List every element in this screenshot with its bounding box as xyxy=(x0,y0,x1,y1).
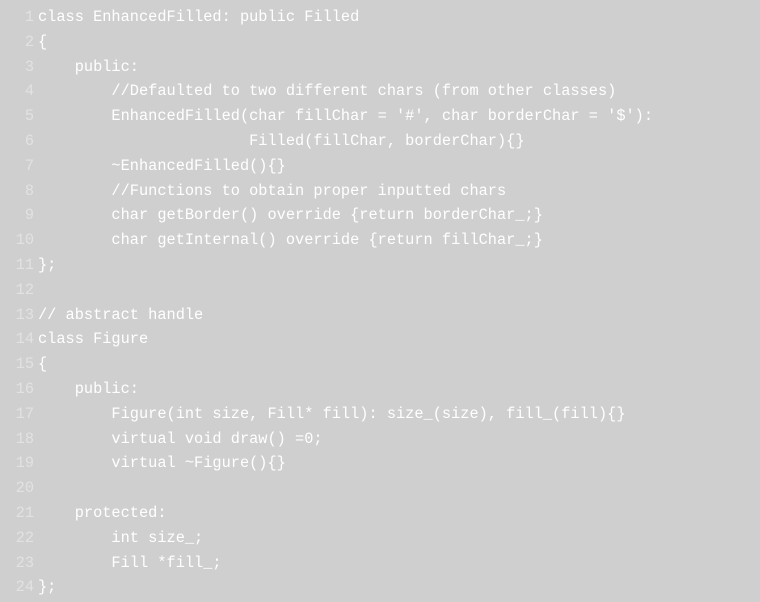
line-number: 18 xyxy=(15,429,34,448)
code-line: 3 public: xyxy=(0,55,760,80)
code-text: }; xyxy=(38,578,57,597)
code-text: }; xyxy=(38,255,57,274)
line-number: 3 xyxy=(24,57,34,76)
line-number: 2 xyxy=(24,32,34,51)
code-text: virtual ~Figure(){} xyxy=(38,454,286,473)
code-text: //Defaulted to two different chars (from… xyxy=(38,82,617,101)
code-line: 15{ xyxy=(0,352,760,377)
line-number: 10 xyxy=(15,231,34,250)
code-text: Fill *fill_; xyxy=(38,553,222,572)
line-number: 23 xyxy=(15,553,34,572)
code-text: class Figure xyxy=(38,330,149,349)
line-number: 22 xyxy=(15,528,34,547)
code-line: 7 ~EnhancedFilled(){} xyxy=(0,154,760,179)
code-line: 12 xyxy=(0,278,760,303)
line-number: 7 xyxy=(24,156,34,175)
code-line: 20 xyxy=(0,476,760,501)
code-line: 19 virtual ~Figure(){} xyxy=(0,451,760,476)
code-line: 22 int size_; xyxy=(0,526,760,551)
code-text: Filled(fillChar, borderChar){} xyxy=(38,131,525,150)
code-text: //Functions to obtain proper inputted ch… xyxy=(38,181,507,200)
line-number: 24 xyxy=(15,578,34,597)
code-line: 11}; xyxy=(0,253,760,278)
code-text: public: xyxy=(38,379,139,398)
code-line: 2{ xyxy=(0,30,760,55)
code-text: virtual void draw() =0; xyxy=(38,429,323,448)
line-number: 4 xyxy=(24,82,34,101)
line-number: 1 xyxy=(24,8,34,26)
line-number: 8 xyxy=(24,181,34,200)
line-number: 19 xyxy=(15,454,34,473)
code-line: 5 EnhancedFilled(char fillChar = '#', ch… xyxy=(0,104,760,129)
code-line: 4 //Defaulted to two different chars (fr… xyxy=(0,79,760,104)
code-line: 10 char getInternal() override {return f… xyxy=(0,228,760,253)
code-text: { xyxy=(38,355,48,374)
code-line: 16 public: xyxy=(0,377,760,402)
line-number: 11 xyxy=(15,255,34,274)
code-line: 24}; xyxy=(0,575,760,600)
code-text: EnhancedFilled(char fillChar = '#', char… xyxy=(38,107,654,126)
line-number: 9 xyxy=(24,206,34,225)
code-text: public: xyxy=(38,57,139,76)
code-text: Figure(int size, Fill* fill): size_(size… xyxy=(38,404,626,423)
code-line: 6 Filled(fillChar, borderChar){} xyxy=(0,129,760,154)
code-line: 1 class EnhancedFilled: public Filled xyxy=(0,5,760,30)
line-number: 17 xyxy=(15,404,34,423)
code-text: int size_; xyxy=(38,528,204,547)
code-line: 14 class Figure xyxy=(0,327,760,352)
code-line: 23 Fill *fill_; xyxy=(0,551,760,576)
line-number: 20 xyxy=(15,479,34,498)
code-text: char getInternal() override {return fill… xyxy=(38,231,543,250)
code-text: { xyxy=(38,32,48,51)
code-editor[interactable]: 1 class EnhancedFilled: public Filled 2{ … xyxy=(0,0,760,602)
code-text: protected: xyxy=(38,503,167,522)
code-line: 17 Figure(int size, Fill* fill): size_(s… xyxy=(0,402,760,427)
line-number: 15 xyxy=(15,355,34,374)
line-number: 13 xyxy=(15,305,34,324)
code-line: 9 char getBorder() override {return bord… xyxy=(0,203,760,228)
line-number: 12 xyxy=(15,280,34,299)
code-line: 8 //Functions to obtain proper inputted … xyxy=(0,179,760,204)
code-text: ~EnhancedFilled(){} xyxy=(38,156,286,175)
line-number: 5 xyxy=(24,107,34,126)
code-text: class EnhancedFilled: public Filled xyxy=(38,8,360,26)
code-line: 21 protected: xyxy=(0,501,760,526)
code-line: 13// abstract handle xyxy=(0,303,760,328)
code-text: // abstract handle xyxy=(38,305,204,324)
line-number: 16 xyxy=(15,379,34,398)
line-number: 14 xyxy=(15,330,34,349)
code-line: 18 virtual void draw() =0; xyxy=(0,427,760,452)
code-text: char getBorder() override {return border… xyxy=(38,206,543,225)
line-number: 21 xyxy=(15,503,34,522)
line-number: 6 xyxy=(24,131,34,150)
